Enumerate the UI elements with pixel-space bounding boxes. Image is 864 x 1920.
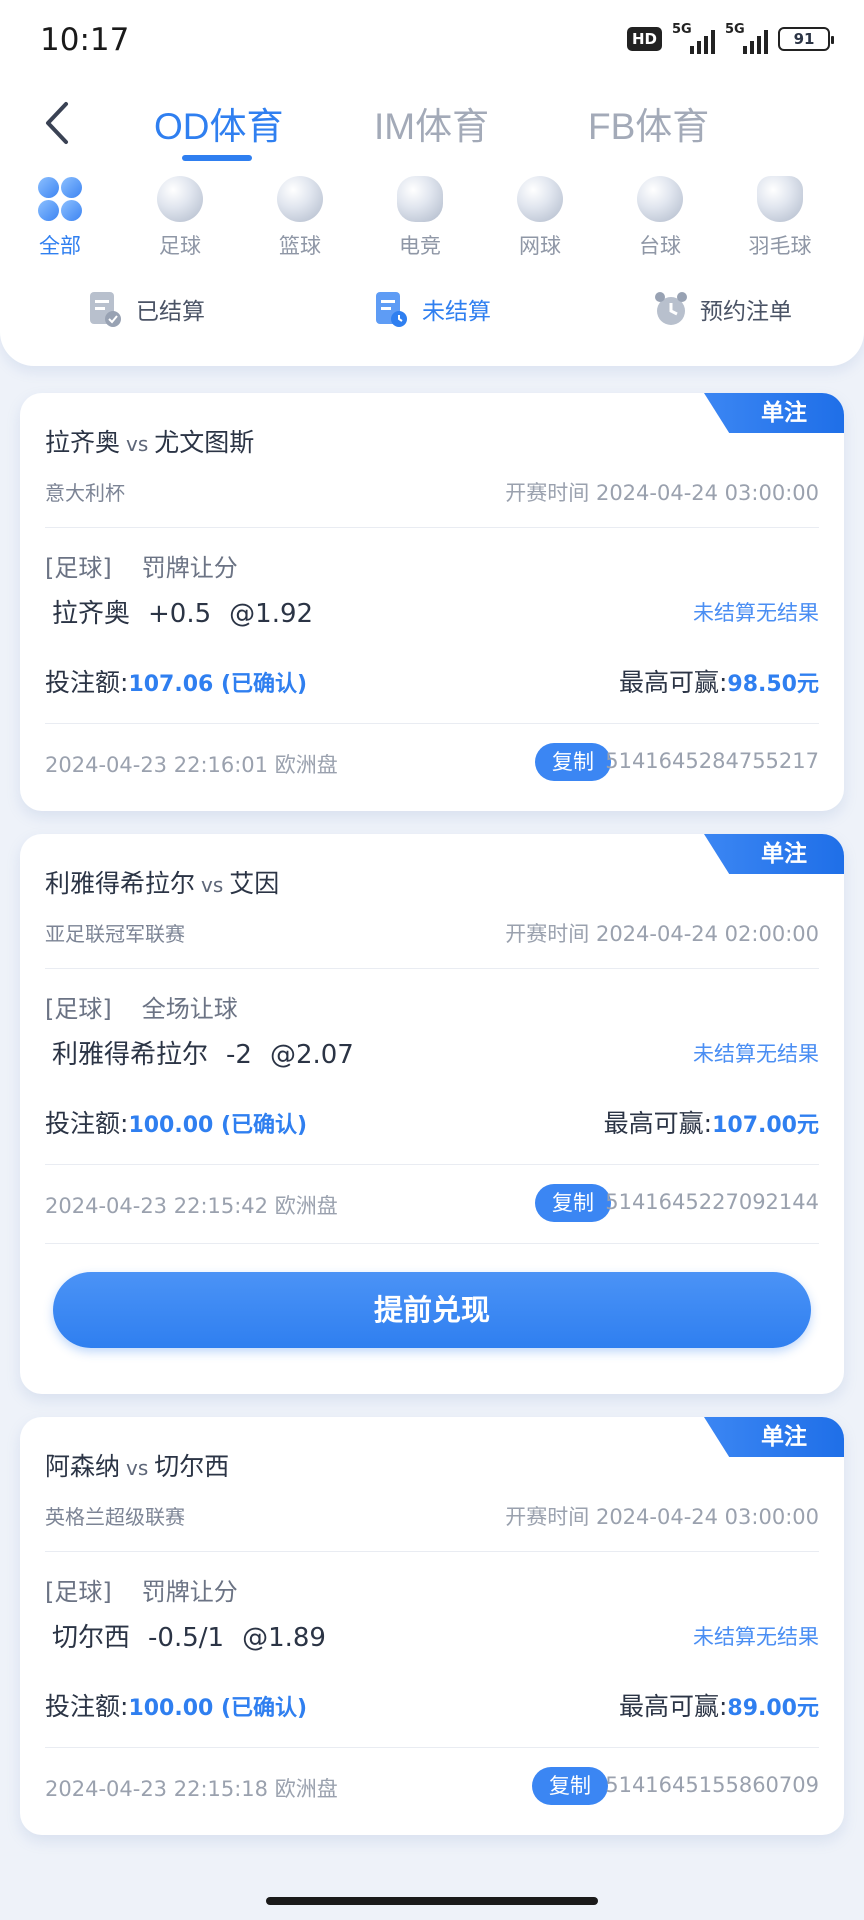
max-win: 最高可赢:107.00元: [603, 1109, 819, 1138]
stake-amount: 投注额:107.06 (已确认): [45, 668, 308, 697]
league-name: 亚足联冠军联赛: [45, 922, 185, 946]
stake-amount: 投注额:100.00 (已确认): [45, 1692, 308, 1721]
bet-card: 单注 拉齐奥 vs 尤文图斯 意大利杯 开赛时间 2024-04-24 03:00:…: [20, 393, 844, 811]
result-status: 未结算无结果: [693, 601, 819, 625]
sport-esports[interactable]: 电竞: [365, 176, 475, 260]
tab-od-sports[interactable]: OD体育: [154, 96, 284, 150]
tab-unsettled[interactable]: 未结算: [374, 290, 491, 328]
provider-tabs: OD体育 IM体育 FB体育: [0, 96, 864, 166]
order-id: 5141645284755217: [605, 749, 819, 773]
start-time: 开赛时间 2024-04-24 03:00:00: [505, 481, 819, 505]
market-info: [足球] 罚牌让分: [45, 554, 238, 582]
start-time: 开赛时间 2024-04-24 02:00:00: [505, 922, 819, 946]
sport-soccer[interactable]: 足球: [125, 176, 235, 260]
bet-time: 2024-04-23 22:15:42 欧洲盘: [45, 1194, 338, 1218]
tab-fb-sports[interactable]: FB体育: [588, 96, 709, 150]
sport-basketball[interactable]: 篮球: [245, 176, 355, 260]
sport-filter: 全部 足球 篮球 电竞 网球 台球 羽毛球: [0, 176, 864, 262]
market-info: [足球] 全场让球: [45, 995, 238, 1023]
bet-type-badge: 单注: [704, 834, 844, 874]
league-name: 英格兰超级联赛: [45, 1505, 185, 1529]
home-indicator[interactable]: [266, 1897, 598, 1905]
tab-scheduled-bets[interactable]: 预约注单: [652, 290, 792, 328]
shuttlecock-icon: [757, 176, 803, 222]
settled-doc-icon: [88, 290, 122, 328]
result-status: 未结算无结果: [693, 1625, 819, 1649]
active-tab-indicator: [182, 155, 252, 161]
tab-settled[interactable]: 已结算: [88, 290, 205, 328]
sport-tennis[interactable]: 网球: [485, 176, 595, 260]
signal-icon-2: 5G: [725, 22, 768, 54]
status-bar: 10:17 HD 5G 5G 91: [0, 0, 864, 80]
unsettled-clock-doc-icon: [374, 290, 408, 328]
tennis-ball-icon: [517, 176, 563, 222]
league-name: 意大利杯: [45, 481, 125, 505]
all-clover-icon: [37, 176, 83, 222]
divider: [45, 1243, 819, 1244]
stake-amount: 投注额:100.00 (已确认): [45, 1109, 308, 1138]
soccer-ball-icon: [157, 176, 203, 222]
tab-im-sports[interactable]: IM体育: [374, 96, 489, 150]
bet-card: 单注 利雅得希拉尔 vs 艾因 亚足联冠军联赛 开赛时间 2024-04-24 02…: [20, 834, 844, 1394]
start-time: 开赛时间 2024-04-24 03:00:00: [505, 1505, 819, 1529]
bet-pick: 拉齐奥 +0.5 @1.92: [52, 599, 314, 629]
max-win: 最高可赢:89.00元: [618, 1692, 819, 1721]
cash-out-button[interactable]: 提前兑现: [53, 1272, 811, 1348]
bet-pick: 切尔西 -0.5/1 @1.89: [52, 1623, 326, 1653]
divider: [45, 1747, 819, 1748]
bet-type-badge: 单注: [704, 393, 844, 433]
match-title: 拉齐奥 vs 尤文图斯: [45, 428, 255, 457]
divider: [45, 1164, 819, 1165]
sport-billiards[interactable]: 台球: [605, 176, 715, 260]
bet-type-badge: 单注: [704, 1417, 844, 1457]
copy-button[interactable]: 复制: [535, 743, 611, 781]
sport-badminton[interactable]: 羽毛球: [725, 176, 835, 260]
billiard-ball-icon: [637, 176, 683, 222]
status-icons: HD 5G 5G 91: [626, 22, 834, 54]
market-info: [足球] 罚牌让分: [45, 1578, 238, 1606]
basketball-icon: [277, 176, 323, 222]
match-title: 阿森纳 vs 切尔西: [45, 1452, 230, 1481]
divider: [45, 1551, 819, 1552]
bet-time: 2024-04-23 22:16:01 欧洲盘: [45, 753, 338, 777]
copy-button[interactable]: 复制: [532, 1767, 608, 1805]
battery-icon: 91: [778, 27, 834, 51]
bet-pick: 利雅得希拉尔 -2 @2.07: [52, 1040, 354, 1070]
order-id: 5141645155860709: [605, 1773, 819, 1797]
order-id: 5141645227092144: [605, 1190, 819, 1214]
match-title: 利雅得希拉尔 vs 艾因: [45, 869, 280, 898]
signal-icon: 5G: [672, 22, 715, 54]
max-win: 最高可赢:98.50元: [618, 668, 819, 697]
settlement-tabs: 已结算 未结算 预约注单: [0, 290, 864, 340]
divider: [45, 723, 819, 724]
copy-button[interactable]: 复制: [535, 1184, 611, 1222]
divider: [45, 968, 819, 969]
result-status: 未结算无结果: [693, 1042, 819, 1066]
hd-voice-icon: HD: [626, 27, 662, 51]
status-time: 10:17: [40, 22, 130, 58]
bet-card: 单注 阿森纳 vs 切尔西 英格兰超级联赛 开赛时间 2024-04-24 03:0…: [20, 1417, 844, 1835]
sport-all[interactable]: 全部: [5, 176, 115, 260]
divider: [45, 527, 819, 528]
gamepad-icon: [397, 176, 443, 222]
alarm-clock-icon: [652, 290, 687, 328]
bet-time: 2024-04-23 22:15:18 欧洲盘: [45, 1777, 338, 1801]
